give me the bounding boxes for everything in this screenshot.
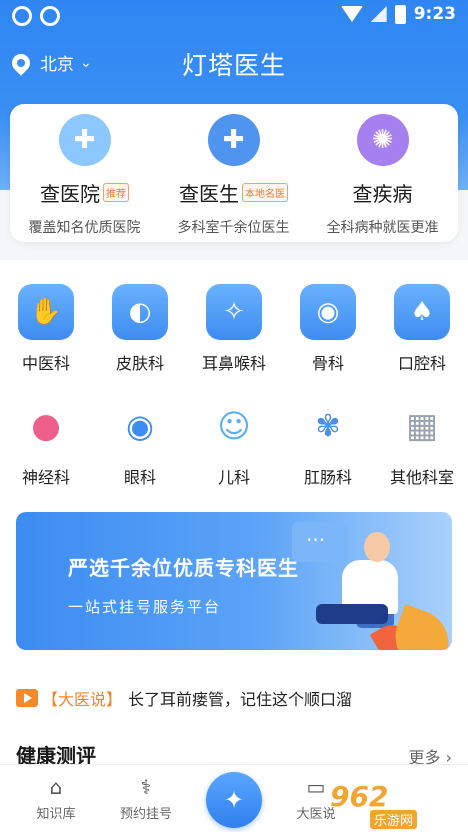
department-neuro[interactable]: ● 神经科 xyxy=(0,398,92,488)
doctor-icon: ✚ xyxy=(207,114,260,166)
status-time: 9:23 xyxy=(413,4,456,24)
app-notification-icon xyxy=(40,6,60,26)
app-notification-icon xyxy=(12,6,32,26)
watermark: 962 乐游网 xyxy=(330,780,464,829)
graduation-cap-icon: ⌂ xyxy=(49,775,63,799)
page-title: 灯塔医生 xyxy=(181,51,286,80)
department-dental[interactable]: ♠ 口腔科 xyxy=(376,284,468,374)
ent-icon: ✧ xyxy=(206,284,262,340)
hospital-icon: ✚ xyxy=(58,114,111,166)
wifi-icon xyxy=(340,6,363,22)
battery-icon xyxy=(394,4,406,24)
service-disease[interactable]: ✺ 查疾病 全科病种就医更准 xyxy=(308,114,457,237)
signal-icon xyxy=(370,6,387,22)
status-bar: 9:23 xyxy=(0,0,468,32)
eye-icon: ◉ xyxy=(126,407,154,445)
service-tag: 本地名医 xyxy=(242,183,288,202)
service-card: ✚ 查医院 推荐 覆盖知名优质医院 ✚ 查医生 本地名医 多科室千余位医生 ✺ 查疾… xyxy=(10,104,458,242)
watermark-logo: 962 xyxy=(330,780,389,813)
promo-banner[interactable]: 严选千余位优质专科医生 一站式挂号服务平台 xyxy=(16,512,452,650)
department-label: 肛肠科 xyxy=(303,468,352,487)
baby-icon: ☺ xyxy=(217,407,251,445)
stethoscope-icon: ⚕ xyxy=(140,775,152,799)
chat-bubble-icon xyxy=(292,522,348,562)
service-name: 查疾病 xyxy=(352,182,413,206)
department-label: 耳鼻喉科 xyxy=(201,354,266,373)
department-label: 神经科 xyxy=(21,468,70,487)
virus-icon: ✺ xyxy=(356,114,409,166)
service-desc: 多科室千余位医生 xyxy=(177,220,290,236)
tcm-hand-icon: ✋ xyxy=(18,284,74,340)
tv-icon: ▭ xyxy=(306,775,326,799)
department-label: 口腔科 xyxy=(397,354,446,373)
lighthouse-logo-icon: ✦ xyxy=(223,786,245,814)
watermark-text: 乐游网 xyxy=(370,810,418,829)
eye-bone-icon: ◉ xyxy=(300,284,356,340)
grid-icon: ▦ xyxy=(405,406,439,446)
service-desc: 覆盖知名优质医院 xyxy=(28,220,141,236)
news-text: 长了耳前瘘管，记住这个顺口溜 xyxy=(128,690,353,709)
tab-knowledge[interactable]: ⌂ 知识库 xyxy=(16,775,96,822)
department-label: 眼科 xyxy=(123,468,156,487)
skin-icon: ◐ xyxy=(112,284,168,340)
service-desc: 全科病种就医更准 xyxy=(326,220,439,236)
department-anorectal[interactable]: ✾ 肛肠科 xyxy=(282,398,374,488)
tooth-icon: ♠ xyxy=(394,284,450,340)
service-hospital[interactable]: ✚ 查医院 推荐 覆盖知名优质医院 xyxy=(10,114,159,237)
service-name: 查医院 xyxy=(40,182,100,206)
news-source: 【大医说】 xyxy=(42,690,123,709)
department-label: 骨科 xyxy=(311,354,344,373)
doctor-legs-illustration xyxy=(316,604,388,624)
news-ticker[interactable]: 【大医说】 长了耳前瘘管，记住这个顺口溜 xyxy=(16,686,456,710)
department-pediatric[interactable]: ☺ 儿科 xyxy=(188,398,280,488)
service-doctor[interactable]: ✚ 查医生 本地名医 多科室千余位医生 xyxy=(159,114,308,237)
doctor-head-illustration xyxy=(364,532,390,562)
app-header: 北京 ⌄ 灯塔医生 xyxy=(0,40,468,84)
intestine-icon: ✾ xyxy=(315,408,341,444)
brain-icon: ● xyxy=(31,406,61,446)
department-ortho[interactable]: ◉ 骨科 xyxy=(282,284,374,374)
department-label: 皮肤科 xyxy=(115,354,164,373)
department-ent[interactable]: ✧ 耳鼻喉科 xyxy=(188,284,280,374)
department-label: 其他科室 xyxy=(389,468,454,487)
video-icon xyxy=(16,689,38,707)
banner-subline: 一站式挂号服务平台 xyxy=(68,598,222,616)
tab-label: 预约挂号 xyxy=(119,807,172,822)
department-other[interactable]: ▦ 其他科室 xyxy=(376,398,468,488)
banner-headline: 严选千余位优质专科医生 xyxy=(68,556,299,580)
center-home-button[interactable]: ✦ xyxy=(206,772,262,828)
department-skin[interactable]: ◐ 皮肤科 xyxy=(94,284,186,374)
department-label: 儿科 xyxy=(217,468,250,487)
department-eye[interactable]: ◉ 眼科 xyxy=(94,398,186,488)
section-header: 健康测评 更多 › xyxy=(16,740,456,768)
service-name: 查医生 xyxy=(179,182,239,206)
tab-label: 知识库 xyxy=(36,807,76,822)
tab-appointment[interactable]: ⚕ 预约挂号 xyxy=(106,775,186,822)
service-tag: 推荐 xyxy=(103,183,129,202)
department-tcm[interactable]: ✋ 中医科 xyxy=(0,284,92,374)
department-label: 中医科 xyxy=(21,354,70,373)
